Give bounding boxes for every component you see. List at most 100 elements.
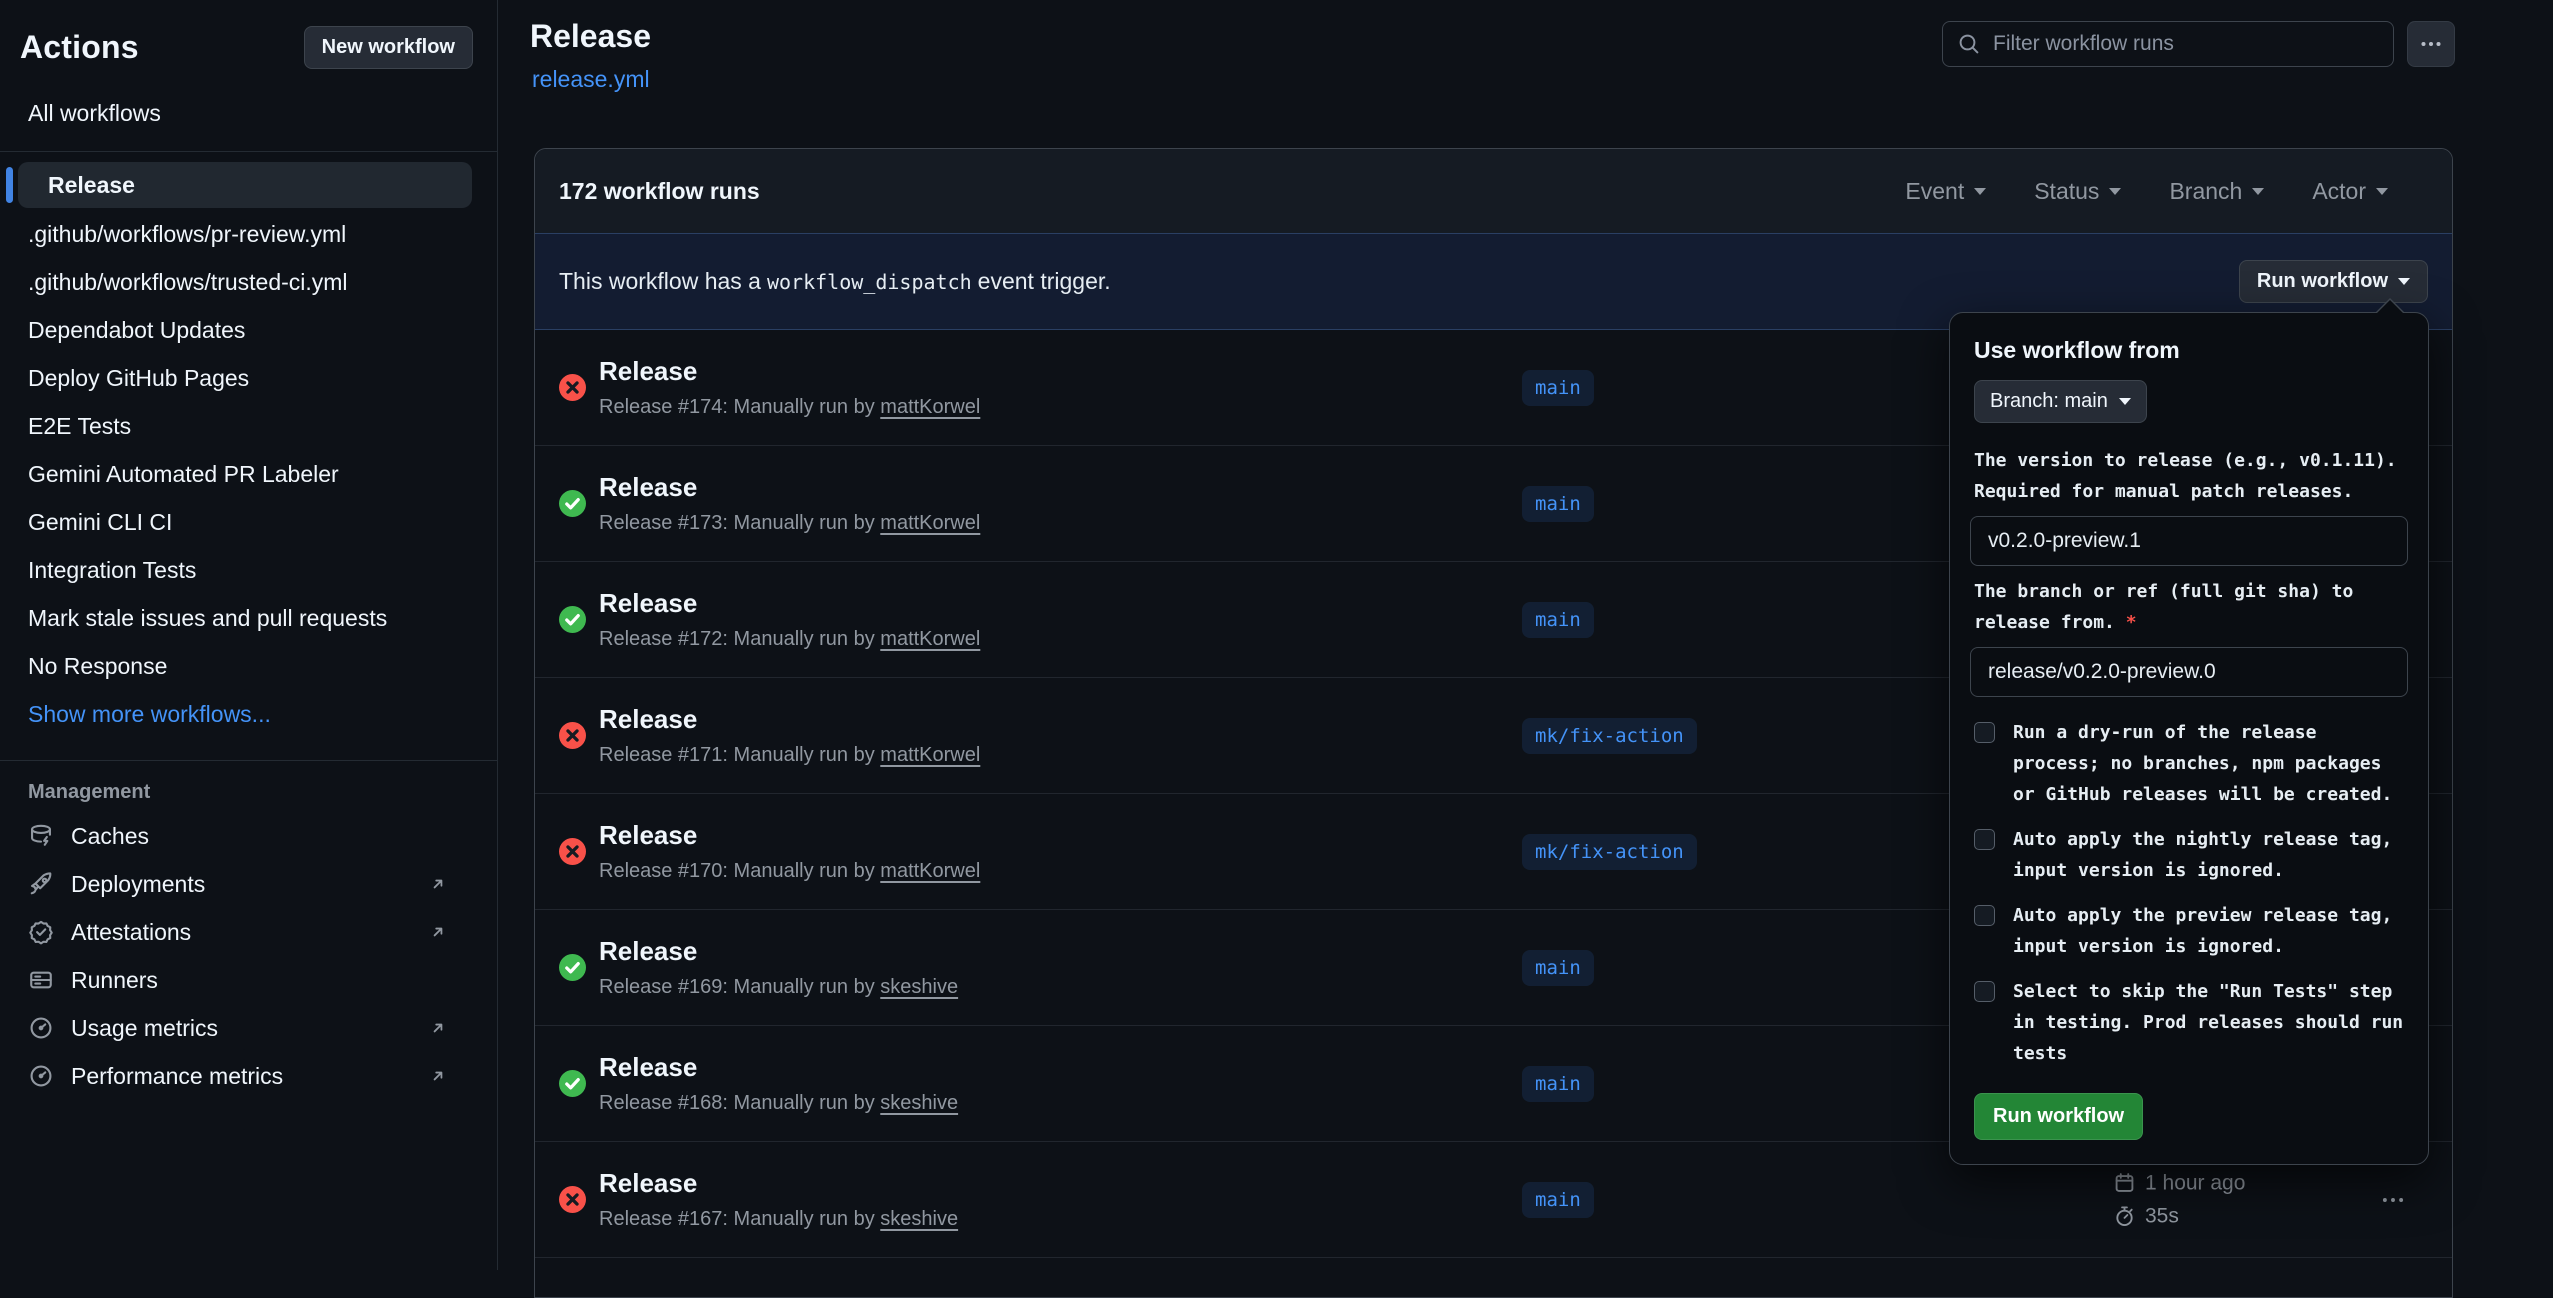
run-actor-link[interactable]: skeshive: [880, 976, 958, 998]
branch-badge[interactable]: main: [1522, 602, 1594, 638]
workflow-options-kebab-button[interactable]: [2407, 21, 2455, 67]
run-description: Release #171: Manually run by: [599, 744, 880, 766]
branch-badge[interactable]: main: [1522, 950, 1594, 986]
skip-tests-checkbox[interactable]: [1974, 981, 1995, 1002]
nightly-tag-checkbox[interactable]: [1974, 829, 1995, 850]
workflow-nav: Release .github/workflows/pr-review.yml …: [0, 162, 497, 738]
new-workflow-button[interactable]: New workflow: [304, 26, 473, 69]
chevron-down-icon: [2398, 278, 2410, 285]
kebab-horizontal-icon: [2419, 32, 2443, 56]
sidebar-item-workflow[interactable]: Gemini CLI CI: [0, 498, 497, 546]
chevron-down-icon: [1974, 188, 1986, 195]
run-options-kebab-button[interactable]: [2380, 1187, 2406, 1213]
actor-filter-dropdown[interactable]: Actor: [2312, 178, 2388, 205]
cache-icon: [28, 823, 54, 849]
server-icon: [28, 967, 54, 993]
run-title-link[interactable]: Release: [599, 936, 958, 967]
show-more-workflows-link[interactable]: Show more workflows...: [0, 690, 497, 738]
sidebar-item-label: Usage metrics: [71, 1015, 218, 1042]
branch-badge[interactable]: mk/fix-action: [1522, 834, 1697, 870]
checkbox-label: Auto apply the nightly release tag, inpu…: [2013, 824, 2404, 886]
external-link-icon: [427, 1065, 449, 1087]
sidebar-item-usage-metrics[interactable]: Usage metrics: [0, 1004, 497, 1052]
sidebar-item-workflow[interactable]: E2E Tests: [0, 402, 497, 450]
status-filter-dropdown[interactable]: Status: [2034, 178, 2121, 205]
failure-icon: [559, 1186, 586, 1213]
filter-workflow-runs-input[interactable]: [1993, 32, 2379, 56]
run-title-link[interactable]: Release: [599, 356, 980, 387]
sidebar-item-workflow[interactable]: .github/workflows/pr-review.yml: [0, 210, 497, 258]
branch-badge[interactable]: main: [1522, 370, 1594, 406]
sidebar-item-all-workflows[interactable]: All workflows: [0, 97, 497, 129]
sidebar-item-workflow[interactable]: Dependabot Updates: [0, 306, 497, 354]
preview-tag-checkbox-row: Auto apply the preview release tag, inpu…: [1974, 900, 2404, 962]
run-title-link[interactable]: Release: [599, 1052, 958, 1083]
run-title-link[interactable]: Release: [599, 704, 980, 735]
branch-badge[interactable]: main: [1522, 1182, 1594, 1218]
run-description: Release #173: Manually run by: [599, 512, 880, 534]
chevron-down-icon: [2119, 398, 2131, 405]
run-title-link[interactable]: Release: [599, 588, 980, 619]
dry-run-checkbox[interactable]: [1974, 722, 1995, 743]
success-icon: [559, 490, 586, 517]
sidebar-item-label: Attestations: [71, 919, 191, 946]
run-filters: Event Status Branch Actor: [1905, 178, 2428, 205]
sidebar-item-workflow[interactable]: Integration Tests: [0, 546, 497, 594]
branch-selector-label: Branch: main: [1990, 390, 2108, 413]
branch-badge[interactable]: main: [1522, 486, 1594, 522]
ref-input[interactable]: [1970, 647, 2408, 697]
sidebar-item-runners[interactable]: Runners: [0, 956, 497, 1004]
run-actor-link[interactable]: mattKorwel: [880, 744, 980, 766]
branch-badge[interactable]: main: [1522, 1066, 1594, 1102]
sidebar-item-attestations[interactable]: Attestations: [0, 908, 497, 956]
run-title-link[interactable]: Release: [599, 820, 980, 851]
branch-selector-button[interactable]: Branch: main: [1974, 380, 2147, 423]
run-actor-link[interactable]: skeshive: [880, 1092, 958, 1114]
sidebar-item-label: Runners: [71, 967, 158, 994]
workflow-file-link[interactable]: release.yml: [532, 66, 650, 93]
filter-workflow-runs-box: [1942, 21, 2394, 67]
run-title-link[interactable]: Release: [599, 472, 980, 503]
sidebar-item-workflow[interactable]: Deploy GitHub Pages: [0, 354, 497, 402]
ref-field-description-text: The branch or ref (full git sha) to rele…: [1974, 581, 2353, 633]
sidebar-item-workflow[interactable]: Mark stale issues and pull requests: [0, 594, 497, 642]
kebab-horizontal-icon: [2380, 1187, 2406, 1213]
workflow-dispatch-code: workflow_dispatch: [761, 270, 978, 294]
sidebar-item-deployments[interactable]: Deployments: [0, 860, 497, 908]
run-workflow-dispatch-panel: Use workflow from Branch: main The versi…: [1949, 312, 2429, 1165]
next-run-row-partial: [535, 1258, 2452, 1288]
sidebar-item-label: Deployments: [71, 871, 205, 898]
preview-tag-checkbox[interactable]: [1974, 905, 1995, 926]
run-actor-link[interactable]: mattKorwel: [880, 628, 980, 650]
workflow-runs-count: 172 workflow runs: [559, 178, 760, 205]
run-workflow-submit-button[interactable]: Run workflow: [1974, 1093, 2143, 1140]
filter-label: Event: [1905, 178, 1964, 205]
failure-icon: [559, 838, 586, 865]
sidebar-item-workflow[interactable]: .github/workflows/trusted-ci.yml: [0, 258, 497, 306]
filter-label: Status: [2034, 178, 2099, 205]
sidebar-item-caches[interactable]: Caches: [0, 812, 497, 860]
checkbox-label: Select to skip the "Run Tests" step in t…: [2013, 976, 2404, 1069]
sidebar-item-workflow[interactable]: No Response: [0, 642, 497, 690]
sidebar-item-release-selected[interactable]: Release: [18, 162, 472, 208]
run-workflow-dropdown-button[interactable]: Run workflow: [2239, 260, 2428, 303]
branch-badge[interactable]: mk/fix-action: [1522, 718, 1697, 754]
run-duration: 35s: [2145, 1204, 2179, 1228]
version-input[interactable]: [1970, 516, 2408, 566]
sidebar-item-workflow[interactable]: Gemini Automated PR Labeler: [0, 450, 497, 498]
run-workflow-label: Run workflow: [2257, 270, 2388, 293]
sidebar-divider: [0, 151, 497, 152]
dispatch-panel-title: Use workflow from: [1974, 337, 2408, 364]
run-actor-link[interactable]: mattKorwel: [880, 512, 980, 534]
run-actor-link[interactable]: mattKorwel: [880, 396, 980, 418]
checkbox-label: Run a dry-run of the release process; no…: [2013, 717, 2404, 810]
run-description: Release #170: Manually run by: [599, 860, 880, 882]
run-actor-link[interactable]: mattKorwel: [880, 860, 980, 882]
branch-filter-dropdown[interactable]: Branch: [2169, 178, 2264, 205]
run-description: Release #174: Manually run by: [599, 396, 880, 418]
rocket-icon: [28, 871, 54, 897]
sidebar-item-performance-metrics[interactable]: Performance metrics: [0, 1052, 497, 1100]
event-filter-dropdown[interactable]: Event: [1905, 178, 1986, 205]
run-title-link[interactable]: Release: [599, 1168, 958, 1199]
run-actor-link[interactable]: skeshive: [880, 1208, 958, 1230]
